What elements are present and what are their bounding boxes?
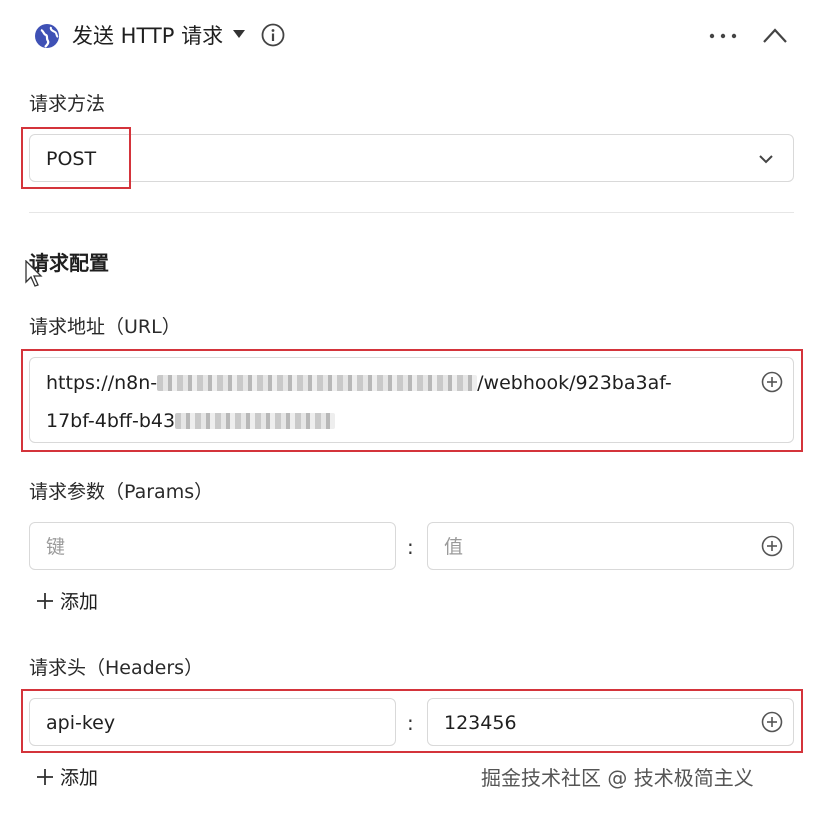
- params-value-placeholder: 值: [444, 536, 464, 558]
- watermark: 掘金技术社区 @ 技术极简主义: [481, 766, 754, 790]
- add-variable-icon[interactable]: [761, 535, 783, 557]
- plus-icon: [37, 769, 53, 785]
- highlight-url: [21, 349, 803, 452]
- caret-down-icon[interactable]: [233, 30, 245, 38]
- method-label: 请求方法: [29, 93, 106, 115]
- divider: [29, 212, 794, 213]
- method-select[interactable]: POST: [29, 134, 794, 182]
- globe-icon: [35, 24, 59, 48]
- add-param-button[interactable]: 添加: [36, 589, 98, 615]
- params-label: 请求参数（Params）: [29, 481, 214, 503]
- chevron-up-icon[interactable]: [760, 22, 790, 48]
- add-header-button[interactable]: 添加: [36, 765, 98, 791]
- url-label: 请求地址（URL）: [29, 316, 181, 338]
- params-value-input[interactable]: 值: [427, 522, 794, 570]
- params-key-placeholder: 键: [46, 536, 66, 558]
- add-header-label: 添加: [60, 767, 99, 789]
- highlight-headers: [21, 689, 803, 753]
- params-separator: :: [407, 535, 414, 559]
- headers-label: 请求头（Headers）: [29, 657, 204, 679]
- chevron-down-icon: [759, 155, 773, 164]
- node-title[interactable]: 发送 HTTP 请求: [72, 22, 223, 50]
- node-header: 发送 HTTP 请求: [0, 0, 823, 72]
- params-key-input[interactable]: 键: [29, 522, 396, 570]
- mouse-cursor-icon: [25, 260, 43, 287]
- highlight-method: [21, 127, 131, 189]
- add-param-label: 添加: [60, 591, 99, 613]
- info-icon[interactable]: [261, 23, 285, 47]
- plus-icon: [37, 593, 53, 609]
- more-dots-icon[interactable]: [707, 24, 739, 48]
